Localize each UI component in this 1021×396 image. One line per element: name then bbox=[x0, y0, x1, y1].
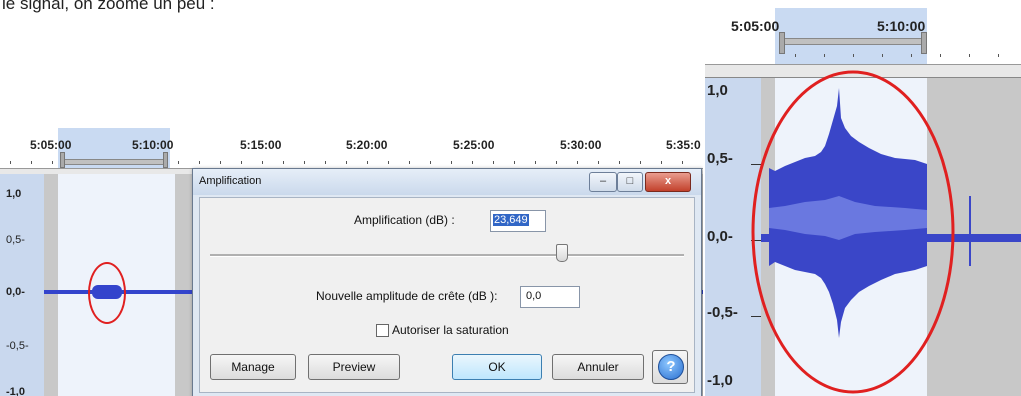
ruler-tick bbox=[598, 161, 599, 164]
scale-label: -0,5- bbox=[6, 340, 29, 352]
zoom-waveform-spike bbox=[969, 196, 971, 266]
left-audacity-panel: 5:05:00 5:10:00 5:15:00 5:20:00 5:25:00 … bbox=[0, 128, 703, 396]
ruler-tick bbox=[430, 161, 431, 164]
ok-button[interactable]: OK bbox=[452, 354, 542, 380]
ruler-tick bbox=[325, 161, 326, 164]
zoomed-audacity-panel: 5:05:00 5:10:00 1,0 0,5- 0,0- -0,5- -1,0 bbox=[705, 8, 1021, 396]
red-highlight-circle bbox=[88, 262, 126, 324]
ruler-tick bbox=[682, 161, 683, 164]
close-button[interactable]: x bbox=[645, 172, 691, 192]
ruler-tick bbox=[472, 161, 473, 164]
ruler-tick bbox=[619, 161, 620, 164]
ruler-tick bbox=[493, 161, 494, 164]
ruler-tick bbox=[304, 161, 305, 164]
ruler-tick bbox=[346, 161, 347, 164]
ruler-tick bbox=[451, 161, 452, 164]
peak-amplitude-input[interactable]: 0,0 bbox=[520, 286, 580, 308]
ruler-label: 5:30:00 bbox=[560, 138, 602, 152]
vertical-scale: 1,0 0,5- 0,0- -0,5- -1,0 bbox=[0, 174, 45, 396]
ruler-tick bbox=[199, 161, 200, 164]
ruler-tick bbox=[283, 161, 284, 164]
ruler-tick bbox=[661, 161, 662, 164]
help-icon: ? bbox=[658, 354, 684, 380]
amplification-label: Amplification (dB) : bbox=[354, 213, 455, 227]
ruler-tick bbox=[31, 161, 32, 164]
maximize-icon: □ bbox=[626, 175, 634, 187]
peak-amplitude-value: 0,0 bbox=[526, 290, 542, 302]
caption-text: le signal, on zoome un peu : bbox=[2, 0, 215, 13]
selection-range-bar[interactable] bbox=[62, 159, 168, 165]
preview-button[interactable]: Preview bbox=[308, 354, 400, 380]
ruler-label: 5:25:00 bbox=[453, 138, 495, 152]
amplification-dialog: Amplification – □ x Amplification (dB) :… bbox=[192, 168, 702, 396]
cancel-button[interactable]: Annuler bbox=[552, 354, 644, 380]
red-highlight-ellipse bbox=[751, 70, 955, 394]
manage-button[interactable]: Manage bbox=[210, 354, 296, 380]
peak-amplitude-label: Nouvelle amplitude de crête (dB ): bbox=[316, 289, 498, 303]
ruler-tick bbox=[535, 161, 536, 164]
ruler-tick bbox=[577, 161, 578, 164]
dialog-titlebar[interactable]: Amplification – □ x bbox=[193, 169, 701, 195]
ruler-tick bbox=[640, 161, 641, 164]
ruler-tick bbox=[10, 161, 11, 164]
scale-label: 0,5- bbox=[6, 234, 25, 246]
ruler-tick bbox=[241, 161, 242, 164]
close-icon: x bbox=[664, 175, 672, 187]
dialog-body: Amplification (dB) : 23,649 Nouvelle amp… bbox=[199, 197, 695, 393]
amplification-value: 23,649 bbox=[493, 214, 529, 226]
selection-start-handle[interactable] bbox=[60, 152, 65, 168]
slider-thumb[interactable] bbox=[555, 244, 568, 262]
ruler-tick bbox=[262, 161, 263, 164]
ruler-label: 5:10:00 bbox=[132, 138, 174, 152]
ruler-tick bbox=[220, 161, 221, 164]
saturation-label: Autoriser la saturation bbox=[392, 323, 509, 337]
amplification-slider[interactable] bbox=[210, 254, 684, 257]
ruler-label: 5:20:00 bbox=[346, 138, 388, 152]
minimize-icon: – bbox=[599, 175, 607, 187]
maximize-button[interactable]: □ bbox=[617, 172, 643, 192]
ruler-label: 5:05:00 bbox=[30, 138, 72, 152]
dialog-title: Amplification bbox=[199, 175, 262, 187]
amplification-input[interactable]: 23,649 bbox=[490, 210, 546, 232]
saturation-checkbox[interactable] bbox=[376, 324, 389, 337]
ruler-tick bbox=[388, 161, 389, 164]
ruler-tick bbox=[556, 161, 557, 164]
minimize-button[interactable]: – bbox=[589, 172, 617, 192]
ruler-tick bbox=[409, 161, 410, 164]
ruler-label: 5:15:00 bbox=[240, 138, 282, 152]
scale-label: 0,0- bbox=[6, 286, 25, 298]
ruler-label: 5:35:0 bbox=[666, 138, 701, 152]
scale-label: -1,0 bbox=[6, 386, 25, 396]
ruler-tick bbox=[52, 161, 53, 164]
selection-end-handle[interactable] bbox=[163, 152, 168, 168]
scale-label: 1,0 bbox=[6, 188, 22, 200]
ruler-tick bbox=[514, 161, 515, 164]
ruler-tick bbox=[367, 161, 368, 164]
timeline-ruler[interactable]: 5:05:00 5:10:00 5:15:00 5:20:00 5:25:00 … bbox=[0, 128, 703, 168]
ruler-tick bbox=[178, 161, 179, 164]
